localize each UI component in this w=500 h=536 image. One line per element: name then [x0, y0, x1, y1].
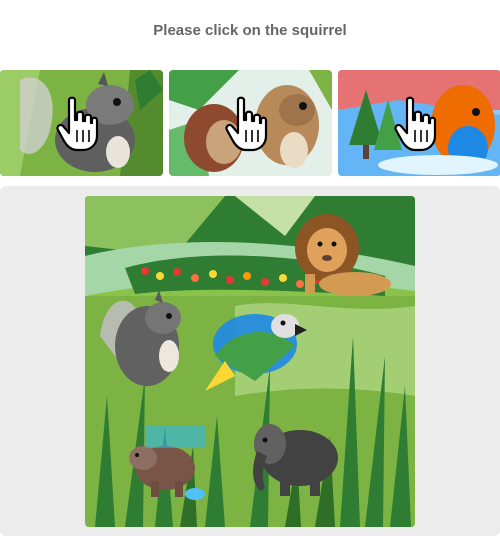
hand-pointer-icon: [394, 96, 437, 152]
challenge-board: [0, 186, 500, 536]
example-strip: [0, 70, 500, 176]
instruction-title: Please click on the squirrel: [153, 22, 347, 39]
hand-pointer-icon: [225, 96, 268, 152]
squirrel-hit-area[interactable]: [105, 296, 197, 391]
parrot-hit-area[interactable]: [205, 306, 315, 386]
example-image-3: [338, 70, 500, 176]
bear-hit-area[interactable]: [125, 431, 210, 506]
lion-hit-area[interactable]: [290, 211, 400, 301]
challenge-image[interactable]: [85, 196, 415, 527]
captcha-widget: Please click on the squirrel: [0, 0, 500, 536]
elephant-hit-area[interactable]: [250, 421, 345, 501]
example-image-1: [0, 70, 163, 176]
example-image-2: [169, 70, 332, 176]
hand-pointer-icon: [56, 96, 99, 152]
